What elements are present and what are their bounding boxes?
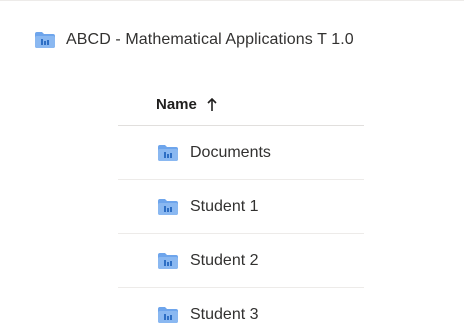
folder-row-student-3[interactable]: Student 3 (118, 288, 364, 336)
top-divider (0, 0, 464, 1)
name-column-header[interactable]: Name (118, 84, 364, 126)
folder-name: Student 3 (190, 306, 259, 323)
folder-name: Student 2 (190, 251, 259, 269)
name-column-label: Name (156, 96, 197, 113)
file-list: Name Documents Student 1 Student 2 Stude… (118, 84, 364, 336)
arrow-up-icon (207, 97, 217, 112)
folder-name: Documents (190, 143, 271, 161)
breadcrumb[interactable]: ABCD - Mathematical Applications T 1.0 (34, 28, 354, 52)
file-browser: ABCD - Mathematical Applications T 1.0 N… (0, 0, 464, 336)
folder-name: Student 1 (190, 197, 259, 215)
folder-icon (157, 198, 179, 216)
breadcrumb-title: ABCD - Mathematical Applications T 1.0 (66, 31, 354, 48)
folder-icon (157, 252, 179, 270)
folder-icon (34, 31, 56, 49)
folder-row-documents[interactable]: Documents (118, 126, 364, 180)
folder-icon (157, 306, 179, 324)
folder-row-student-2[interactable]: Student 2 (118, 234, 364, 288)
folder-row-student-1[interactable]: Student 1 (118, 180, 364, 234)
folder-icon (157, 144, 179, 162)
